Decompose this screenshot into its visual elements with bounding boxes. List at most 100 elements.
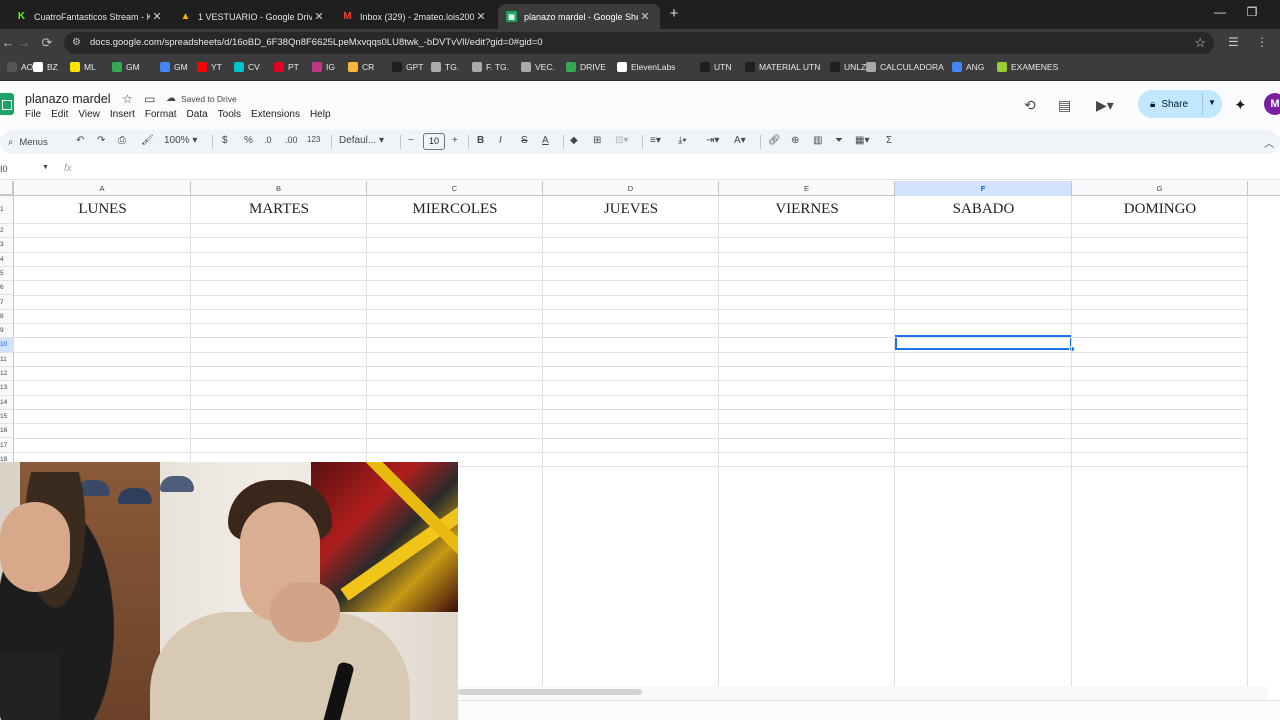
menu-extensions[interactable]: Extensions [251, 109, 300, 120]
row-header[interactable]: 16 [0, 424, 14, 439]
bookmark-item[interactable]: F. TG. [472, 62, 509, 72]
back-icon[interactable]: ← [0, 35, 16, 50]
forward-icon[interactable]: → [16, 35, 32, 50]
minimize-icon[interactable]: — [1210, 5, 1230, 19]
select-all-corner[interactable] [0, 181, 14, 196]
vertical-align-icon[interactable]: ⤓▾ [678, 135, 687, 146]
print-icon[interactable]: ⎙ [118, 135, 126, 146]
redo-icon[interactable]: ↷ [97, 135, 105, 146]
bookmark-item[interactable]: ML [70, 62, 96, 72]
filter-views-icon[interactable]: ▦▾ [855, 135, 869, 146]
row-header[interactable]: 9 [0, 324, 14, 339]
close-icon[interactable]: ✕ [150, 10, 164, 23]
tab-drive[interactable]: ▲ 1 VESTUARIO - Google Drive ✕ [172, 4, 334, 29]
reload-icon[interactable]: ⟳ [39, 35, 55, 51]
paint-format-icon[interactable]: 🖌︎ [141, 135, 154, 146]
bookmark-item[interactable]: YT [197, 62, 222, 72]
bookmark-item[interactable]: TG. [431, 62, 459, 72]
document-title[interactable]: planazo mardel [25, 92, 110, 106]
new-tab-button[interactable]: + [666, 6, 682, 22]
bookmark-item[interactable]: DRIVE [566, 62, 606, 72]
insert-comment-icon[interactable]: ⊕ [791, 135, 799, 146]
bookmark-item[interactable]: ElevenLabs [617, 62, 675, 72]
insert-link-icon[interactable]: 🔗︎ [768, 135, 781, 146]
fill-color-icon[interactable]: ◆ [570, 135, 578, 146]
cell-g1[interactable]: DOMINGO [1072, 196, 1248, 224]
menu-file[interactable]: File [25, 109, 41, 120]
row-header[interactable]: 2 [0, 224, 14, 239]
row-header[interactable]: 15 [0, 410, 14, 425]
row-header[interactable]: 8 [0, 310, 14, 325]
column-header-a[interactable]: A [14, 181, 191, 196]
functions-button[interactable]: Σ [886, 135, 892, 146]
close-icon[interactable]: ✕ [638, 10, 652, 23]
tab-sheets[interactable]: ▦ planazo mardel - Google Sheets ✕ [498, 4, 660, 29]
sheets-logo-icon[interactable] [0, 93, 14, 115]
borders-icon[interactable]: ⊞ [593, 135, 601, 146]
bookmark-item[interactable]: GM [112, 62, 140, 72]
cell-f1[interactable]: SABADO [895, 196, 1072, 224]
column-header-c[interactable]: C [367, 181, 543, 196]
row-header[interactable]: 12 [0, 367, 14, 382]
meet-icon[interactable]: ▶▾ [1096, 97, 1114, 114]
bookmark-item[interactable]: MATERIAL UTN [745, 62, 820, 72]
merge-cells-icon[interactable]: ⊟▾ [615, 135, 628, 146]
bookmark-item[interactable]: UTN [700, 62, 731, 72]
align-icon[interactable]: ≡▾ [650, 135, 661, 146]
menu-help[interactable]: Help [310, 109, 331, 120]
row-header[interactable]: 7 [0, 296, 14, 310]
star-icon[interactable]: ☆ [122, 92, 133, 106]
bookmark-item[interactable]: UNLZ [830, 62, 866, 72]
column-header-d[interactable]: D [543, 181, 719, 196]
bookmark-item[interactable]: CALCULADORA [866, 62, 944, 72]
move-folder-icon[interactable]: ▭ [144, 92, 155, 106]
column-header-f[interactable]: F [895, 181, 1072, 196]
row-header[interactable]: 10 [0, 338, 14, 353]
row-header[interactable]: 1 [0, 196, 14, 224]
share-button[interactable]: 🔒︎ Share ▼ [1138, 90, 1222, 118]
text-wrap-icon[interactable]: ⇥▾ [706, 135, 719, 146]
extensions-icon[interactable]: ☰ [1228, 35, 1239, 49]
row-header[interactable]: 13 [0, 381, 14, 396]
font-size-decrease-icon[interactable]: − [408, 135, 414, 146]
column-header-g[interactable]: G [1072, 181, 1248, 196]
font-size-increase-icon[interactable]: + [452, 135, 458, 146]
save-status[interactable]: ☁ Saved to Drive [166, 93, 237, 104]
percent-button[interactable]: % [244, 135, 253, 146]
cell-d1[interactable]: JUEVES [543, 196, 719, 224]
scrollbar-thumb[interactable] [458, 689, 642, 695]
menu-insert[interactable]: Insert [110, 109, 135, 120]
tab-gmail[interactable]: M Inbox (329) - 2mateo.lois2007@ ✕ [334, 4, 496, 29]
menu-icon[interactable]: ⋮ [1256, 35, 1268, 49]
comments-icon[interactable]: ▤ [1058, 97, 1071, 114]
bookmark-item[interactable]: BZ [33, 62, 58, 72]
bookmark-item[interactable]: EXAMENES [997, 62, 1058, 72]
bookmark-item[interactable]: GM [160, 62, 188, 72]
column-header-e[interactable]: E [719, 181, 895, 196]
version-history-icon[interactable]: ⟲ [1024, 97, 1036, 114]
filter-icon[interactable]: ⏷ [835, 135, 843, 146]
number-format-button[interactable]: 123 [307, 135, 320, 144]
strikethrough-button[interactable]: S [521, 135, 528, 146]
font-select[interactable]: Defaul... ▾ [339, 135, 384, 146]
bookmark-star-icon[interactable]: ☆ [1194, 35, 1206, 51]
zoom-select[interactable]: 100% ▾ [164, 135, 197, 146]
bookmark-item[interactable]: VEC. [521, 62, 555, 72]
address-bar[interactable]: ⚙ docs.google.com/spreadsheets/d/16oBD_6… [64, 32, 1214, 54]
bookmark-item[interactable]: IG [312, 62, 335, 72]
column-header-b[interactable]: B [191, 181, 367, 196]
menus-search[interactable]: ⌕ Menus [0, 132, 64, 152]
bookmark-item[interactable]: CV [234, 62, 260, 72]
row-header[interactable]: 17 [0, 439, 14, 453]
cell-b1[interactable]: MARTES [191, 196, 367, 224]
menu-view[interactable]: View [78, 109, 100, 120]
row-header[interactable]: 3 [0, 238, 14, 253]
chevron-down-icon[interactable]: ▼ [42, 164, 49, 171]
cell-a1[interactable]: LUNES [14, 196, 191, 224]
bookmark-item[interactable]: PT [274, 62, 299, 72]
chevron-down-icon[interactable]: ▼ [1208, 98, 1216, 107]
bold-button[interactable]: B [477, 135, 484, 146]
bookmark-item[interactable]: CR [348, 62, 374, 72]
horizontal-scrollbar[interactable] [458, 686, 1268, 700]
insert-chart-icon[interactable]: ▥ [813, 135, 822, 146]
